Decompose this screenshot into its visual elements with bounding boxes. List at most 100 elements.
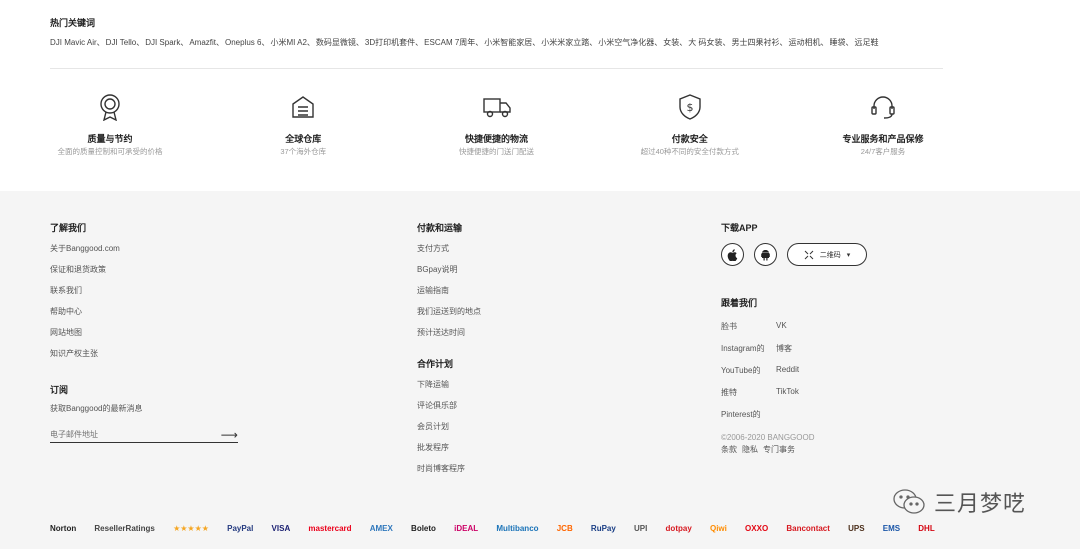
hot-keyword[interactable]: 小米智能家居、 — [484, 37, 540, 48]
footer-link[interactable]: 批发程序 — [417, 443, 465, 453]
feature-title: 质量与节约 — [87, 134, 133, 144]
footer-link[interactable]: 下降运输 — [417, 380, 465, 390]
footer-link[interactable]: 评论俱乐部 — [417, 401, 465, 411]
hot-keyword[interactable]: 大 码女装、 — [688, 37, 730, 48]
email-input[interactable] — [50, 430, 200, 439]
feature-service: 专业服务和产品保修 24/7客户服务 — [823, 92, 943, 182]
divider — [50, 68, 943, 69]
hot-keyword[interactable]: DJI Spark、 — [145, 37, 188, 48]
hot-keyword[interactable]: 小米空气净化器、 — [598, 37, 662, 48]
payment-logo: Boleto — [411, 523, 436, 533]
truck-icon — [482, 92, 512, 122]
submit-arrow-icon[interactable]: ⟶ — [221, 428, 238, 442]
payment-logo: mastercard — [308, 523, 352, 533]
special-affairs-link[interactable]: 专门事务 — [763, 444, 795, 455]
footer-link[interactable]: BGpay说明 — [417, 265, 481, 275]
terms-link[interactable]: 条款 — [721, 444, 737, 455]
column-heading: 订阅 — [50, 385, 69, 395]
footer-link[interactable]: 联系我们 — [50, 286, 120, 296]
feature-desc: 全面的质量控制和可承受的价格 — [57, 147, 163, 156]
qr-code-icon — [804, 250, 814, 259]
social-link-vk[interactable]: VK — [776, 321, 836, 332]
footer-link[interactable]: 保证和退货政策 — [50, 265, 120, 275]
hot-keywords-section: 热门关键词 DJI Mavic Air、 DJI Tello、 DJI Spar… — [50, 16, 950, 48]
social-link-tiktok[interactable]: TikTok — [776, 387, 836, 398]
payment-logo: Norton — [50, 523, 77, 533]
hot-keywords-title: 热门关键词 — [50, 18, 96, 28]
social-link-twitter[interactable]: 推特 — [721, 387, 776, 398]
payment-logos: Norton ResellerRatings ★★★★★ PayPal VISA… — [50, 519, 935, 537]
hot-keyword[interactable]: DJI Mavic Air、 — [50, 37, 105, 48]
payment-logo: VISA — [271, 523, 291, 533]
column-heading: 下载APP — [721, 223, 758, 233]
social-link-instagram[interactable]: Instagram的 — [721, 343, 776, 354]
feature-title: 付款安全 — [671, 134, 708, 144]
column-heading: 付款和运输 — [417, 223, 463, 233]
hot-keyword[interactable]: 小米MI A2、 — [270, 37, 314, 48]
footer-link[interactable]: 会员计划 — [417, 422, 465, 432]
social-link-facebook[interactable]: 脸书 — [721, 321, 776, 332]
payment-shipping-column: 付款和运输 支付方式 BGpay说明 运输指南 我们运送到的地点 预计送达时间 — [417, 221, 481, 338]
social-link-reddit[interactable]: Reddit — [776, 365, 836, 376]
hot-keyword[interactable]: ESCAM 7周年、 — [424, 37, 483, 48]
hot-keyword[interactable]: 男士四果衬衫、 — [732, 37, 788, 48]
app-buttons: 二维码 ▾ — [721, 243, 867, 266]
payment-logo: ★★★★★ — [173, 523, 209, 533]
subscribe-form: ⟶ — [50, 427, 238, 443]
feature-payment-security: $ 付款安全 超过40种不同的安全付款方式 — [630, 92, 750, 182]
hot-keyword[interactable]: 远足鞋 — [855, 37, 879, 48]
hot-keyword[interactable]: 3D打印机套件、 — [365, 37, 423, 48]
footer-link[interactable]: 帮助中心 — [50, 307, 120, 317]
footer-link[interactable]: 预计送达时间 — [417, 328, 481, 338]
hot-keyword[interactable]: 睡袋、 — [830, 37, 854, 48]
qr-code-label: 二维码 — [819, 251, 841, 259]
hot-keyword[interactable]: DJI Tello、 — [106, 37, 145, 48]
qr-code-dropdown[interactable]: 二维码 ▾ — [787, 243, 867, 266]
subscribe-desc: 获取Banggood的最新消息 — [50, 404, 143, 413]
feature-title: 快捷便捷的物流 — [464, 134, 528, 144]
feature-desc: 37个海外仓库 — [280, 147, 327, 156]
subscribe-section: 订阅 获取Banggood的最新消息 ⟶ — [50, 383, 240, 443]
warehouse-icon — [288, 92, 318, 122]
hot-keyword[interactable]: 小米米家立踏、 — [541, 37, 597, 48]
footer-link[interactable]: 知识产权主张 — [50, 349, 120, 359]
feature-quality: 质量与节约 全面的质量控制和可承受的价格 — [50, 92, 170, 182]
apple-store-button[interactable] — [721, 243, 744, 266]
hot-keyword[interactable]: 运动相机、 — [789, 37, 829, 48]
footer-link[interactable]: 我们运送到的地点 — [417, 307, 481, 317]
android-store-button[interactable] — [754, 243, 777, 266]
payment-logo: UPS — [848, 523, 865, 533]
hot-keyword[interactable]: Oneplus 6、 — [225, 37, 269, 48]
hot-keyword[interactable]: Amazfit、 — [189, 37, 224, 48]
payment-logo: Qiwi — [709, 523, 727, 533]
hot-keyword[interactable]: 女装、 — [663, 37, 687, 48]
feature-logistics: 快捷便捷的物流 快捷便捷的门送门配送 — [437, 92, 557, 182]
feature-desc: 24/7客户服务 — [860, 147, 906, 156]
apple-icon — [727, 248, 738, 261]
payment-logo: OXXO — [745, 523, 769, 533]
svg-text:$: $ — [686, 101, 693, 114]
social-link-youtube[interactable]: YouTube的 — [721, 365, 776, 376]
features-strip: 质量与节约 全面的质量控制和可承受的价格 全球仓库 37个海外仓库 快捷便捷的物… — [50, 92, 943, 182]
social-link-pinterest[interactable]: Pinterest的 — [721, 409, 776, 420]
payment-logo: ResellerRatings — [94, 523, 155, 533]
payment-logo: JCB — [556, 523, 573, 533]
hot-keyword[interactable]: 数码显微镜、 — [316, 37, 364, 48]
payment-logo: Multibanco — [496, 523, 539, 533]
social-link-blog[interactable]: 博客 — [776, 343, 836, 354]
footer-link[interactable]: 运输指南 — [417, 286, 481, 296]
payment-logo: dotpay — [665, 523, 692, 533]
footer-link[interactable]: 时尚博客程序 — [417, 464, 465, 474]
footer-link[interactable]: 网站地图 — [50, 328, 120, 338]
footer-link[interactable]: 关于Banggood.com — [50, 244, 120, 254]
social-links: 脸书 VK Instagram的 博客 YouTube的 Reddit 推特 T… — [721, 321, 836, 420]
footer-link[interactable]: 支付方式 — [417, 244, 481, 254]
feature-desc: 超过40种不同的安全付款方式 — [640, 147, 739, 156]
column-heading: 跟着我们 — [721, 298, 758, 308]
hot-keywords-list: DJI Mavic Air、 DJI Tello、 DJI Spark、 Ama… — [50, 37, 950, 48]
privacy-link[interactable]: 隐私 — [742, 444, 758, 455]
payment-logo: Bancontact — [786, 523, 830, 533]
about-us-column: 了解我们 关于Banggood.com 保证和退货政策 联系我们 帮助中心 网站… — [50, 221, 120, 359]
payment-logo: AMEX — [369, 523, 393, 533]
cooperation-column: 合作计划 下降运输 评论俱乐部 会员计划 批发程序 时尚博客程序 — [417, 357, 465, 474]
